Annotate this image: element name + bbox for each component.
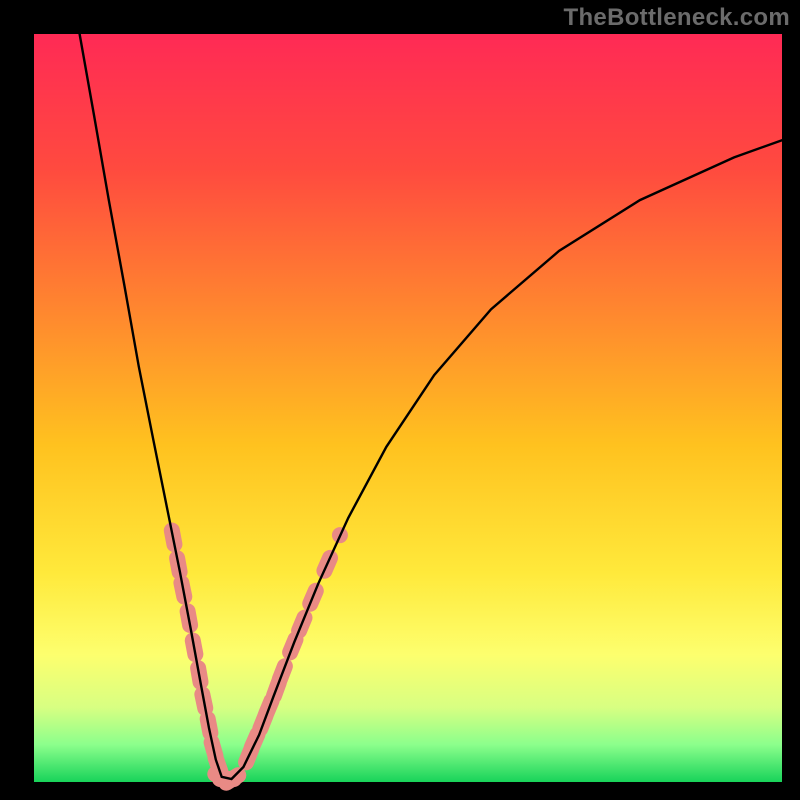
- highlight-blobs: [172, 531, 340, 783]
- watermark-label: TheBottleneck.com: [564, 4, 790, 32]
- bottleneck-curve: [80, 34, 782, 779]
- chart-overlay: [0, 0, 800, 800]
- chart-root: TheBottleneck.com: [0, 0, 800, 800]
